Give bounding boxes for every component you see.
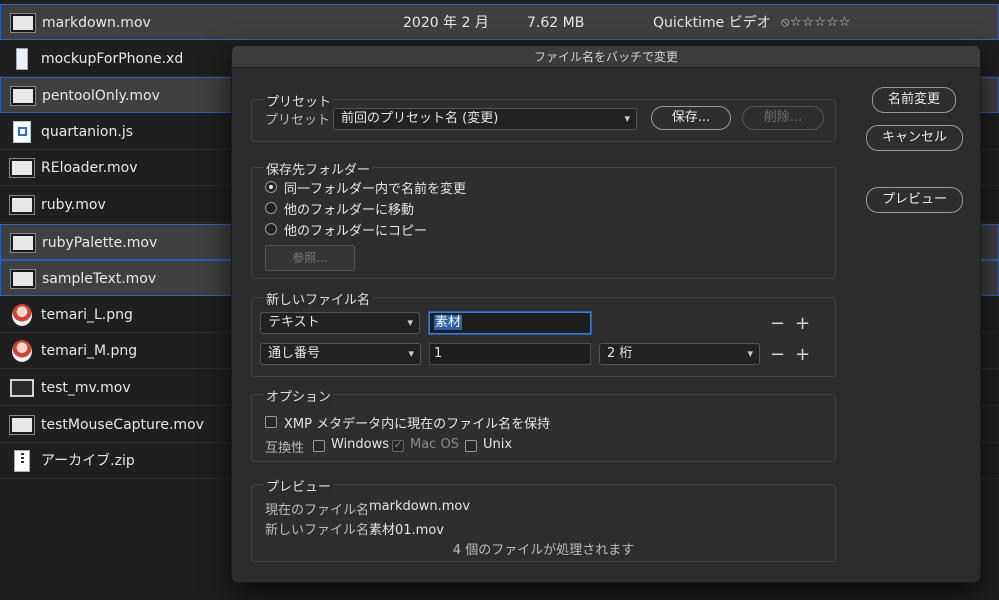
unix-checkbox[interactable] bbox=[465, 440, 477, 452]
file-name: アーカイブ.zip bbox=[41, 453, 135, 470]
file-name: temari_M.png bbox=[41, 343, 138, 360]
file-date: 2020 年 2 月 bbox=[403, 15, 489, 31]
save-preset-button[interactable]: 保存... bbox=[651, 106, 731, 130]
video-thumbnail bbox=[10, 84, 36, 108]
chevron-down-icon: ▾ bbox=[747, 347, 753, 360]
video-thumbnail bbox=[10, 11, 36, 35]
video-thumbnail bbox=[9, 156, 35, 180]
file-name: mockupForPhone.xd bbox=[41, 50, 184, 67]
browse-button[interactable]: 参照... bbox=[265, 245, 355, 271]
cancel-button[interactable]: キャンセル bbox=[866, 125, 963, 151]
js-file-icon bbox=[10, 120, 34, 144]
radio-move-folder-label: 他のフォルダーに移動 bbox=[284, 203, 415, 218]
chevron-down-icon: ▾ bbox=[407, 316, 413, 329]
keep-xmp-checkbox[interactable] bbox=[265, 416, 277, 428]
video-thumbnail bbox=[9, 193, 35, 217]
preset-group: プリセット プリセット 前回のプリセット名 (変更) ▾ 保存... 削除... bbox=[251, 91, 836, 142]
preview-group: プレビュー 現在のファイル名 markdown.mov 新しいファイル名 素材0… bbox=[251, 476, 836, 562]
macos-label: Mac OS bbox=[410, 437, 459, 452]
name-part-type-value-1: テキスト bbox=[268, 315, 320, 330]
current-filename-value: markdown.mov bbox=[369, 499, 471, 514]
delete-preset-button[interactable]: 削除... bbox=[742, 106, 824, 130]
windows-checkbox[interactable] bbox=[313, 440, 325, 452]
name-part-type-select-2[interactable]: 通し番号 ▾ bbox=[260, 343, 421, 365]
preview-group-label: プレビュー bbox=[264, 476, 334, 495]
name-part-type-value-2: 通し番号 bbox=[268, 346, 321, 361]
radio-copy-folder[interactable] bbox=[265, 223, 277, 235]
dialog-title: ファイル名をバッチで変更 bbox=[232, 46, 980, 68]
file-name: quartanion.js bbox=[41, 123, 133, 140]
preset-group-label: プリセット bbox=[264, 91, 334, 110]
chevron-down-icon: ▾ bbox=[624, 112, 630, 125]
video-thumbnail bbox=[10, 376, 34, 400]
files-processed-summary: 4 個のファイルが処理されます bbox=[452, 543, 635, 558]
add-row-2-button[interactable]: + bbox=[795, 346, 810, 364]
chevron-down-icon: ▾ bbox=[408, 347, 414, 360]
remove-row-1-button[interactable]: − bbox=[770, 315, 785, 333]
zip-file-icon bbox=[10, 449, 34, 473]
file-size: 7.62 MB bbox=[527, 15, 585, 31]
destination-group-label: 保存先フォルダー bbox=[264, 159, 373, 178]
preset-select[interactable]: 前回のプリセット名 (変更) ▾ bbox=[333, 108, 637, 130]
keep-xmp-label: XMP メタデータ内に現在のファイル名を保持 bbox=[284, 417, 551, 432]
document-thumbnail bbox=[10, 47, 34, 71]
add-row-1-button[interactable]: + bbox=[795, 315, 810, 333]
destination-folder-group: 保存先フォルダー 同一フォルダー内で名前を変更 他のフォルダーに移動 他のフォル… bbox=[251, 159, 836, 279]
video-thumbnail bbox=[9, 413, 35, 437]
file-name: markdown.mov bbox=[42, 15, 151, 31]
options-group-label: オプション bbox=[264, 386, 334, 405]
name-text-value: 素材 bbox=[434, 315, 463, 330]
radio-same-folder[interactable] bbox=[265, 181, 277, 193]
video-thumbnail bbox=[10, 267, 36, 291]
name-part-type-select-1[interactable]: テキスト ▾ bbox=[260, 312, 420, 334]
new-filename-value: 素材01.mov bbox=[369, 523, 444, 538]
radio-same-folder-label: 同一フォルダー内で名前を変更 bbox=[284, 182, 467, 197]
digits-select[interactable]: 2 桁 ▾ bbox=[599, 343, 760, 365]
compat-label: 互換性 bbox=[265, 441, 305, 456]
new-filename-group: 新しいファイル名 テキスト ▾ 素材 − + 通し番号 ▾ 1 2 桁 ▾ − … bbox=[251, 289, 836, 377]
remove-row-2-button[interactable]: − bbox=[770, 346, 785, 364]
image-thumbnail bbox=[10, 303, 34, 327]
video-thumbnail bbox=[10, 231, 36, 255]
file-type: Quicktime ビデオ bbox=[653, 15, 771, 31]
sequence-start-value: 1 bbox=[434, 346, 443, 361]
macos-checkbox[interactable] bbox=[392, 440, 404, 452]
file-name: test_mv.mov bbox=[41, 380, 131, 396]
radio-move-folder[interactable] bbox=[265, 202, 277, 214]
file-name: testMouseCapture.mov bbox=[41, 416, 204, 433]
batch-rename-dialog: ファイル名をバッチで変更 プリセット プリセット 前回のプリセット名 (変更) … bbox=[231, 45, 981, 583]
options-group: オプション XMP メタデータ内に現在のファイル名を保持 互換性 Windows… bbox=[251, 386, 836, 462]
file-name: sampleText.mov bbox=[42, 271, 157, 288]
current-filename-label: 現在のファイル名 bbox=[265, 503, 370, 518]
file-rating[interactable]: ⦸☆☆☆☆☆ bbox=[781, 5, 851, 41]
new-filename-group-label: 新しいファイル名 bbox=[264, 289, 373, 308]
file-name: ruby.mov bbox=[41, 197, 106, 213]
file-name: temari_L.png bbox=[41, 306, 133, 323]
file-row[interactable]: markdown.mov 2020 年 2 月 7.62 MB Quicktime ビ… bbox=[0, 4, 999, 40]
preview-button[interactable]: プレビュー bbox=[866, 187, 963, 213]
sequence-start-input[interactable]: 1 bbox=[429, 343, 591, 365]
new-filename-label: 新しいファイル名 bbox=[265, 523, 370, 538]
radio-copy-folder-label: 他のフォルダーにコピー bbox=[284, 224, 428, 239]
digits-value: 2 桁 bbox=[607, 346, 633, 361]
file-name: pentoolOnly.mov bbox=[42, 88, 160, 105]
name-text-input[interactable]: 素材 bbox=[429, 312, 591, 334]
rename-button[interactable]: 名前変更 bbox=[872, 87, 956, 113]
file-name: REloader.mov bbox=[41, 160, 138, 177]
unix-label: Unix bbox=[483, 437, 513, 452]
preset-select-value: 前回のプリセット名 (変更) bbox=[341, 111, 499, 126]
preset-field-label: プリセット bbox=[265, 113, 331, 128]
windows-label: Windows bbox=[331, 437, 390, 452]
file-name: rubyPalette.mov bbox=[42, 234, 158, 251]
image-thumbnail bbox=[10, 339, 34, 363]
